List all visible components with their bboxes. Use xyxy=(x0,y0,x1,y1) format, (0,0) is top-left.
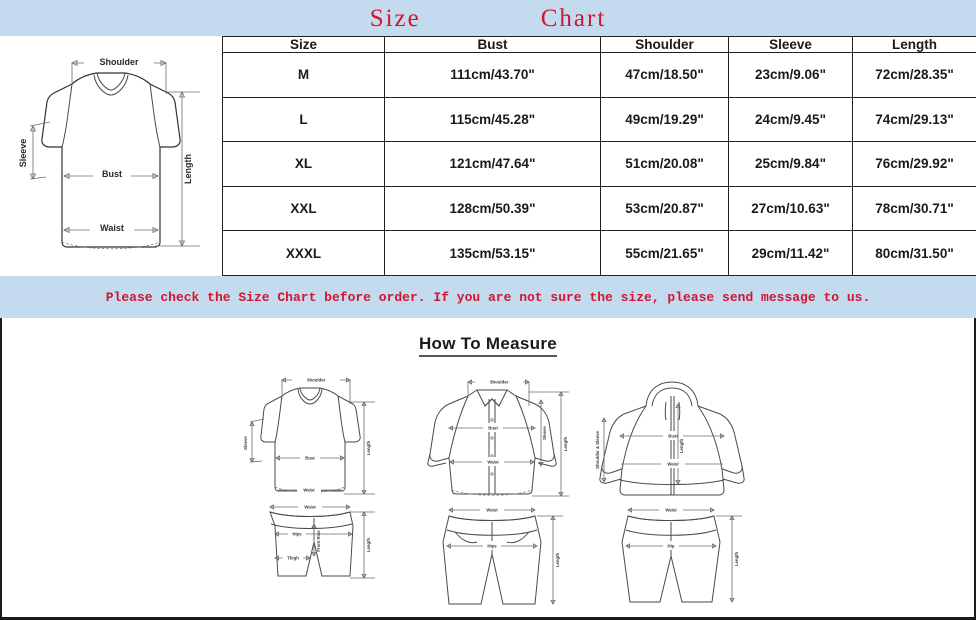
label-hoodie-waist: Waist xyxy=(667,462,679,467)
cell-size: L xyxy=(222,96,385,143)
label-tshirt-bust: Bust xyxy=(305,456,315,461)
label-pants-hips: Hips xyxy=(487,544,497,549)
table-row: XXXL 135cm/53.15" 55cm/21.65" 29cm/11.42… xyxy=(222,230,976,276)
tshirt-measurement-diagram: Shoulder Sleeve Bust Waist Length xyxy=(0,36,222,276)
table-row: L 115cm/45.28" 49cm/19.29" 24cm/9.45" 74… xyxy=(222,96,976,143)
label-pants-length: Length xyxy=(555,552,560,567)
label-pants-waist: Waist xyxy=(486,508,498,513)
col-header-sleeve: Sleeve xyxy=(728,36,853,53)
label-hoodie-shoulder-sleeve: Shoulder & Sleeve xyxy=(595,431,600,469)
cell-bust: 128cm/50.39" xyxy=(384,185,601,232)
cell-shoulder: 55cm/21.65" xyxy=(600,230,729,276)
col-header-bust: Bust xyxy=(384,36,601,53)
label-sweatpants-hip: Hip xyxy=(668,544,675,549)
diagram-hoodie-sweatpants: Shoulder & Sleeve Bust Length Waist Wais… xyxy=(588,366,754,616)
tshirt-shorts-svg: Shoulder Sleeve Bust Length Waist Waist … xyxy=(243,375,375,579)
how-to-measure-heading-text: How To Measure xyxy=(418,334,558,357)
cell-bust: 111cm/43.70" xyxy=(384,52,601,98)
label-shorts-length: Length xyxy=(366,537,371,552)
hoodie-sweatpants-svg: Shoulder & Sleeve Bust Length Waist Wais… xyxy=(595,381,745,603)
col-header-size: Size xyxy=(222,36,385,53)
label-shirt-bust: Bust xyxy=(488,426,498,431)
label-tshirt-waist: Waist xyxy=(303,488,315,493)
cell-shoulder: 47cm/18.50" xyxy=(600,52,729,98)
title-word-size: Size xyxy=(369,4,421,32)
label-shorts-hips: Hips xyxy=(292,532,302,537)
cell-bust: 115cm/45.28" xyxy=(384,96,601,143)
cell-bust: 121cm/47.64" xyxy=(384,141,601,187)
table-header-row: Size Bust Shoulder Sleeve Length xyxy=(222,36,976,53)
table-row: XXL 128cm/50.39" 53cm/20.87" 27cm/10.63"… xyxy=(222,185,976,232)
cell-sleeve: 23cm/9.06" xyxy=(728,52,853,98)
cell-length: 78cm/30.71" xyxy=(852,185,976,232)
size-notice: Please check the Size Chart before order… xyxy=(0,276,976,318)
diagram-tshirt-shorts: Shoulder Sleeve Bust Length Waist Waist … xyxy=(234,366,400,616)
size-chart-page: Size Chart Shoulder Sleeve Bust Waist Le… xyxy=(0,0,976,620)
label-shirt-sleeve: Sleeve xyxy=(542,426,547,440)
cell-sleeve: 25cm/9.84" xyxy=(728,141,853,187)
col-header-shoulder: Shoulder xyxy=(600,36,729,53)
table-row: XL 121cm/47.64" 51cm/20.08" 25cm/9.84" 7… xyxy=(222,141,976,187)
label-shoulder: Shoulder xyxy=(99,57,138,67)
cell-length: 72cm/28.35" xyxy=(852,52,976,98)
label-shirt-length: Length xyxy=(563,436,568,451)
measure-diagrams: Shoulder Sleeve Bust Length Waist Waist … xyxy=(234,366,754,616)
how-to-measure-panel: How To Measure Shoulder Sleeve Bust Leng… xyxy=(0,318,976,620)
cell-size: M xyxy=(222,52,385,98)
cell-bust: 135cm/53.15" xyxy=(384,230,601,276)
label-tshirt-shoulder: Shoulder xyxy=(307,378,326,383)
label-waist: Waist xyxy=(100,223,124,233)
label-tshirt-length: Length xyxy=(366,440,371,455)
label-sweatpants-waist: Waist xyxy=(665,508,677,513)
label-sweatpants-length: Length xyxy=(734,551,739,566)
cell-sleeve: 29cm/11.42" xyxy=(728,230,853,276)
page-title: Size Chart xyxy=(0,0,976,36)
size-table: Size Bust Shoulder Sleeve Length M 111cm… xyxy=(222,36,976,276)
label-shorts-waist: Waist xyxy=(304,505,316,510)
shirt-pants-svg: Shoulder Bust Waist Sleeve Length Waist … xyxy=(427,377,569,605)
label-shorts-thigh: Thigh xyxy=(287,556,299,561)
label-tshirt-sleeve: Sleeve xyxy=(243,436,248,450)
label-shirt-shoulder: Shoulder xyxy=(490,380,509,385)
size-table-wrap: Size Bust Shoulder Sleeve Length M 111cm… xyxy=(222,36,976,276)
cell-size: XXXL xyxy=(222,230,385,276)
label-bust: Bust xyxy=(102,169,122,179)
label-length: Length xyxy=(183,154,193,184)
cell-shoulder: 51cm/20.08" xyxy=(600,141,729,187)
cell-size: XXL xyxy=(222,185,385,232)
label-hoodie-length: Length xyxy=(679,438,684,453)
chart-strip: Shoulder Sleeve Bust Waist Length Size B… xyxy=(0,36,976,276)
col-header-length: Length xyxy=(852,36,976,53)
label-hoodie-bust: Bust xyxy=(668,434,678,439)
table-row: M 111cm/43.70" 47cm/18.50" 23cm/9.06" 72… xyxy=(222,52,976,98)
size-notice-text: Please check the Size Chart before order… xyxy=(105,289,871,305)
tshirt-svg: Shoulder Sleeve Bust Waist Length xyxy=(18,55,200,250)
cell-sleeve: 27cm/10.63" xyxy=(728,185,853,232)
diagram-shirt-pants: Shoulder Bust Waist Sleeve Length Waist … xyxy=(411,366,577,616)
how-to-measure-heading: How To Measure xyxy=(2,334,974,357)
title-word-chart: Chart xyxy=(540,4,607,32)
cell-shoulder: 53cm/20.87" xyxy=(600,185,729,232)
cell-length: 76cm/29.92" xyxy=(852,141,976,187)
label-shorts-front-rise: Front Rise xyxy=(316,530,321,552)
cell-size: XL xyxy=(222,141,385,187)
cell-shoulder: 49cm/19.29" xyxy=(600,96,729,143)
cell-sleeve: 24cm/9.45" xyxy=(728,96,853,143)
cell-length: 80cm/31.50" xyxy=(852,230,976,276)
label-shirt-waist: Waist xyxy=(487,460,499,465)
cell-length: 74cm/29.13" xyxy=(852,96,976,143)
label-sleeve: Sleeve xyxy=(18,139,28,168)
